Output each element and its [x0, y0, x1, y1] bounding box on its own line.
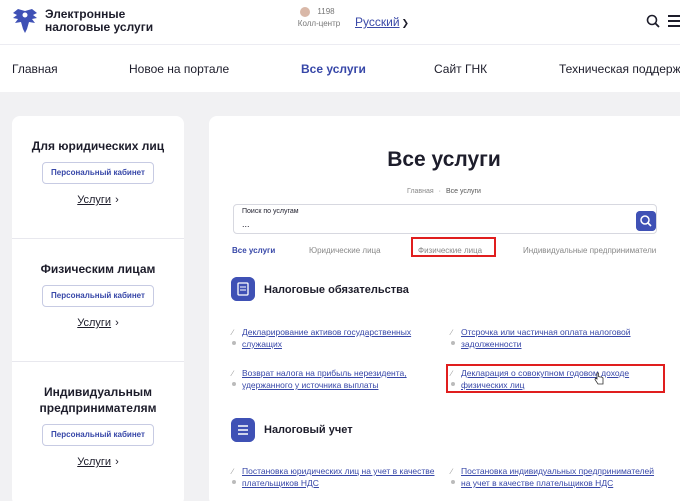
nav-item-all-services[interactable]: Все услуги [301, 62, 366, 76]
header: Электронные налоговые услуги 1198 Колл-ц… [0, 0, 680, 44]
main-nav: Главная Новое на портале Все услуги Сайт… [0, 44, 680, 92]
sidebar-title: Для юридических лиц [31, 139, 165, 153]
services-link[interactable]: Услуги › [12, 194, 184, 206]
personal-cabinet-button[interactable]: Персональный кабинет [42, 162, 154, 184]
main-content: Все услуги Главная · Все услуги Поиск по… [209, 116, 680, 501]
nav-item-news[interactable]: Новое на портале [129, 62, 229, 76]
chevron-right-icon: › [115, 456, 119, 468]
bullet-icon [451, 341, 455, 345]
bullet-icon [232, 341, 236, 345]
call-center[interactable]: 1198 Колл-центр [294, 7, 344, 28]
services-link[interactable]: Услуги › [12, 456, 184, 468]
divider [12, 361, 184, 362]
bullet-icon [232, 480, 236, 484]
divider [12, 238, 184, 239]
chevron-right-icon: › [115, 317, 119, 329]
paperclip-icon: ∕ [232, 369, 234, 378]
breadcrumb-separator: · [438, 188, 441, 195]
highlight-box [446, 364, 665, 393]
search-value: ... [242, 219, 250, 229]
service-link[interactable]: ∕ Постановка индивидуальных предпринимат… [451, 465, 676, 489]
section-title: Налоговые обязательства [264, 284, 409, 296]
tab-legal[interactable]: Юридические лица [309, 246, 381, 255]
search-button[interactable] [636, 211, 656, 231]
search-input[interactable]: Поиск по услугам ... [233, 204, 657, 234]
language-label: Русский [355, 15, 400, 29]
sidebar-block-legal: Для юридических лиц Персональный кабинет… [12, 138, 184, 206]
breadcrumb-home[interactable]: Главная [407, 188, 434, 195]
bullet-icon [232, 382, 236, 386]
paperclip-icon: ∕ [451, 328, 453, 337]
call-center-label: Колл-центр [297, 19, 341, 28]
service-link[interactable]: ∕ Постановка юридических лиц на учет в к… [232, 465, 457, 489]
highlight-box [411, 237, 496, 257]
eagle-logo-icon[interactable] [10, 7, 40, 35]
chevron-down-icon: ❯ [401, 18, 410, 28]
list-icon [231, 418, 255, 442]
services-link[interactable]: Услуги › [12, 317, 184, 329]
sidebar: Для юридических лиц Персональный кабинет… [12, 116, 184, 501]
nav-item-support[interactable]: Техническая поддержка [559, 62, 680, 76]
breadcrumb-current: Все услуги [445, 188, 481, 195]
hand-cursor-icon [594, 372, 604, 385]
paperclip-icon: ∕ [232, 328, 234, 337]
page-title: Все услуги [387, 148, 501, 171]
nav-item-gnk-site[interactable]: Сайт ГНК [434, 62, 487, 76]
sidebar-title: Физическим лицам [40, 262, 156, 276]
search-icon[interactable] [646, 14, 660, 28]
nav-item-home[interactable]: Главная [12, 62, 58, 76]
paperclip-icon: ∕ [232, 467, 234, 476]
search-label: Поиск по услугам [242, 208, 299, 215]
personal-cabinet-button[interactable]: Персональный кабинет [42, 424, 154, 446]
personal-cabinet-button[interactable]: Персональный кабинет [42, 285, 154, 307]
call-center-number: 1198 [317, 7, 335, 16]
brand-line-2: налоговые услуги [45, 20, 154, 34]
service-link[interactable]: ∕ Возврат налога на прибыль нерезидента,… [232, 367, 442, 391]
service-link[interactable]: ∕ Декларирование активов государственных… [232, 326, 442, 350]
brand-name[interactable]: Электронные налоговые услуги [45, 8, 153, 34]
breadcrumb: Главная · Все услуги [209, 188, 679, 195]
tab-entrepreneurs[interactable]: Индивидуальные предприниматели [523, 246, 656, 255]
service-link[interactable]: ∕ Отсрочка или частичная оплата налогово… [451, 326, 671, 350]
paperclip-icon: ∕ [451, 467, 453, 476]
menu-icon[interactable] [668, 15, 680, 27]
section-title: Налоговый учет [264, 424, 353, 436]
sidebar-block-individuals: Физическим лицам Персональный кабинет Ус… [12, 261, 184, 329]
sidebar-title: Индивидуальным предпринимателям [39, 385, 157, 415]
document-icon [231, 277, 255, 301]
language-selector[interactable]: Русский ❯ [355, 15, 409, 29]
sidebar-block-entrepreneurs: Индивидуальным предпринимателям Персонал… [12, 384, 184, 468]
tab-all[interactable]: Все услуги [232, 246, 275, 255]
chevron-right-icon: › [115, 194, 119, 206]
bullet-icon [451, 480, 455, 484]
